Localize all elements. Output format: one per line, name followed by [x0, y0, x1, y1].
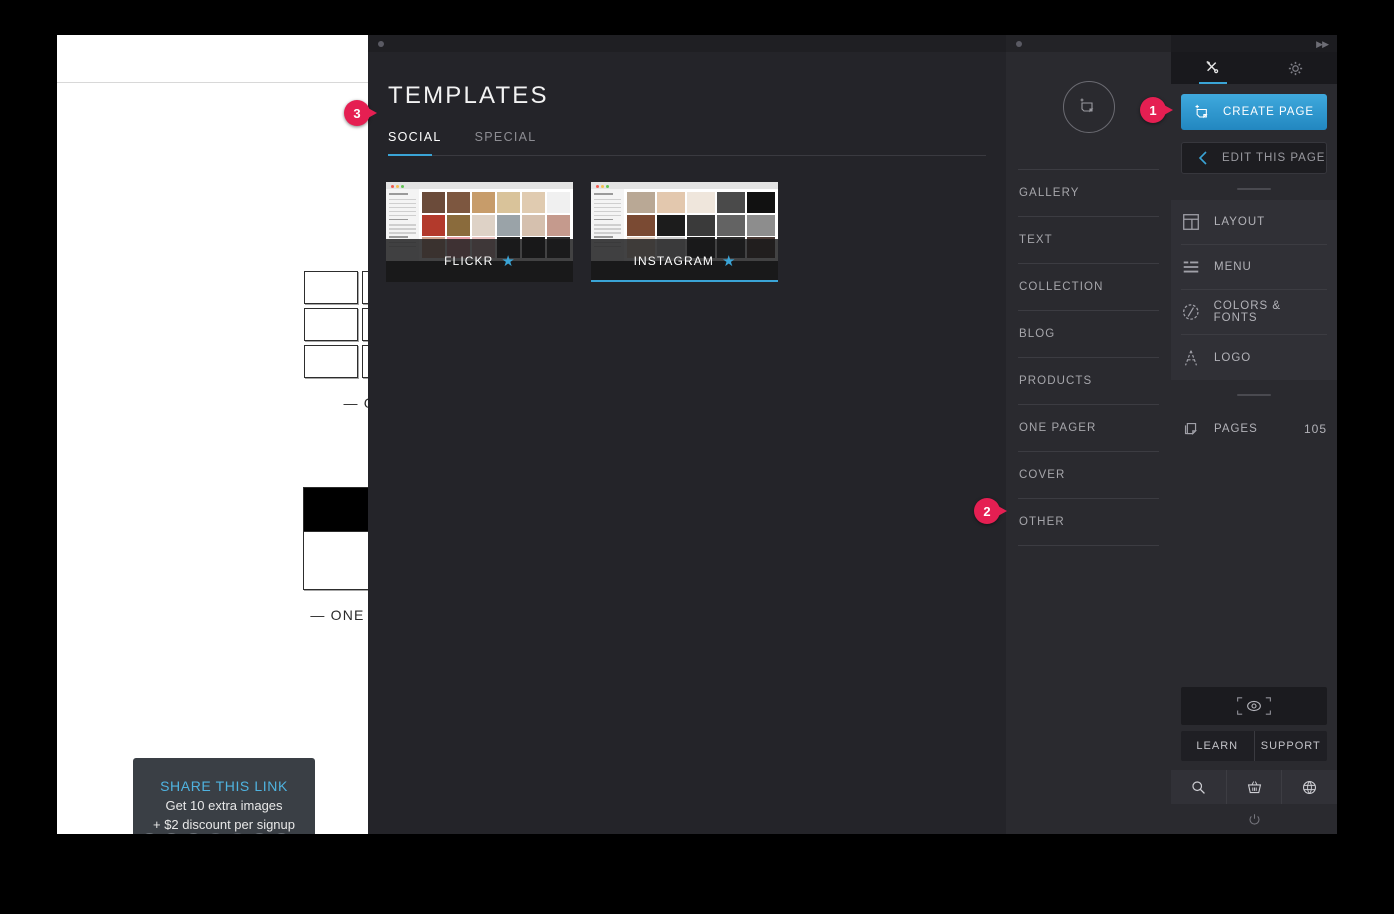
- category-gallery[interactable]: GALLERY: [1018, 169, 1159, 216]
- template-label: INSTAGRAM: [633, 253, 714, 268]
- learn-button[interactable]: LEARN: [1181, 731, 1255, 761]
- active-tab-indicator: [388, 154, 432, 156]
- templates-grid: FLICKR ★ INSTAGRAM ★: [386, 182, 1006, 282]
- sidebar-actions: CREATE PAGE EDIT THIS PAGE: [1171, 84, 1337, 174]
- sidebar-item-menu[interactable]: MENU: [1181, 245, 1327, 290]
- create-page-icon: [1195, 104, 1208, 119]
- facebook-icon[interactable]: f: [141, 833, 158, 834]
- edit-page-button[interactable]: EDIT THIS PAGE: [1181, 142, 1327, 174]
- sidebar-titlebar: ▶▶: [1171, 35, 1337, 52]
- tools-tab[interactable]: [1171, 52, 1254, 84]
- annotation-badge-3: 3: [344, 100, 377, 126]
- selected-indicator: [591, 280, 778, 282]
- template-card-instagram[interactable]: INSTAGRAM ★: [591, 182, 778, 282]
- share-social-icons: f ❧ ℗ × ▣ g in: [141, 833, 290, 834]
- grid-cell: [304, 345, 358, 378]
- template-card-flickr[interactable]: FLICKR ★: [386, 182, 573, 282]
- category-one-pager[interactable]: ONE PAGER: [1018, 404, 1159, 451]
- layout-icon: [1183, 214, 1199, 230]
- pages-count: 105: [1303, 421, 1327, 436]
- fast-forward-icon[interactable]: ▶▶: [1316, 39, 1329, 50]
- edit-page-label: EDIT THIS PAGE: [1222, 152, 1326, 164]
- grid-cell: [304, 308, 358, 341]
- templates-tabs: SOCIAL SPECIAL: [388, 130, 1006, 155]
- power-button[interactable]: [1171, 804, 1337, 834]
- sidebar-sections: LAYOUT MENU COLORS & FONTS LOGO: [1171, 200, 1337, 380]
- categories-list: GALLERY TEXT COLLECTION BLOG PRODUCTS ON…: [1018, 169, 1159, 546]
- share-link-popup: SHARE THIS LINK Get 10 extra images + $2…: [133, 758, 315, 834]
- chevron-left-icon: [1198, 151, 1207, 165]
- support-button[interactable]: SUPPORT: [1255, 731, 1328, 761]
- category-collection[interactable]: COLLECTION: [1018, 263, 1159, 310]
- templates-heading: TEMPLATES: [388, 82, 549, 109]
- category-blog[interactable]: BLOG: [1018, 310, 1159, 357]
- linkedin-icon[interactable]: in: [273, 833, 290, 834]
- category-cover[interactable]: COVER: [1018, 451, 1159, 498]
- app-root: PORTFOLIO — GALLERY — ONE PAGER: [0, 0, 1394, 914]
- templates-titlebar: [368, 35, 1006, 52]
- pages-section: PAGES 105: [1171, 406, 1337, 451]
- category-other[interactable]: OTHER: [1018, 498, 1159, 546]
- sidebar-item-logo[interactable]: LOGO: [1181, 335, 1327, 380]
- googleplus-icon[interactable]: g: [251, 833, 268, 834]
- card-overlay: FLICKR ★: [386, 239, 573, 282]
- tab-special[interactable]: SPECIAL: [475, 130, 537, 155]
- sidebar-item-label: MENU: [1214, 261, 1252, 273]
- category-products[interactable]: PRODUCTS: [1018, 357, 1159, 404]
- sidebar-item-label: LAYOUT: [1214, 216, 1266, 228]
- card-browser-bar: [386, 182, 573, 189]
- star-icon[interactable]: ★: [722, 252, 735, 270]
- search-icon[interactable]: [1171, 770, 1226, 804]
- templates-tab-rule: [388, 154, 986, 156]
- share-popup-line1: Get 10 extra images: [165, 798, 283, 813]
- power-icon: [1248, 813, 1260, 825]
- settings-tab[interactable]: [1254, 52, 1337, 84]
- categories-panel: GALLERY TEXT COLLECTION BLOG PRODUCTS ON…: [1006, 35, 1171, 834]
- sidebar-item-pages[interactable]: PAGES 105: [1181, 406, 1327, 451]
- annotation-badge-2: 2: [974, 498, 1007, 524]
- star-icon[interactable]: ★: [501, 252, 514, 270]
- window-dot-icon[interactable]: [378, 41, 384, 47]
- menu-icon: [1183, 261, 1199, 273]
- sidebar-item-label: LOGO: [1214, 351, 1252, 364]
- card-overlay: INSTAGRAM ★: [591, 239, 778, 282]
- create-page-label: CREATE PAGE: [1223, 106, 1315, 118]
- template-label: FLICKR: [444, 253, 494, 268]
- basket-icon[interactable]: [1225, 770, 1282, 804]
- pinterest-icon[interactable]: ℗: [185, 833, 202, 834]
- panel-grip-2[interactable]: [1237, 394, 1271, 396]
- sidebar-item-label: COLORS & FONTS: [1213, 300, 1282, 324]
- categories-titlebar: [1006, 35, 1171, 52]
- templates-panel: TEMPLATES SOCIAL SPECIAL FLICKR ★ INSTAG…: [368, 35, 1006, 834]
- logo-icon: [1184, 350, 1198, 365]
- create-page-button[interactable]: CREATE PAGE: [1181, 94, 1327, 130]
- instagram-icon[interactable]: ▣: [229, 833, 246, 834]
- sidebar-item-layout[interactable]: LAYOUT: [1181, 200, 1327, 245]
- preview-button[interactable]: [1181, 687, 1327, 725]
- sidebar-footer: LEARN SUPPORT: [1171, 687, 1337, 834]
- share-popup-line2: + $2 discount per signup: [152, 817, 296, 832]
- close-icon[interactable]: ×: [207, 833, 224, 834]
- twitter-icon[interactable]: ❧: [163, 833, 180, 834]
- tab-social[interactable]: SOCIAL: [388, 130, 442, 155]
- annotation-badge-1: 1: [1140, 97, 1173, 123]
- sidebar-item-label: PAGES: [1214, 422, 1258, 435]
- share-popup-title: SHARE THIS LINK: [160, 778, 288, 794]
- card-browser-bar: [591, 182, 778, 189]
- sidebar-tabs: [1171, 52, 1337, 84]
- panel-grip[interactable]: [1237, 188, 1271, 190]
- sidebar-icon-row: [1171, 770, 1337, 804]
- window-dot-icon[interactable]: [1016, 41, 1022, 47]
- category-text[interactable]: TEXT: [1018, 216, 1159, 263]
- grid-cell: [304, 271, 358, 304]
- globe-icon[interactable]: [1281, 770, 1337, 804]
- create-page-icon[interactable]: [1062, 81, 1115, 133]
- tools-sidebar: ▶▶ CREATE PAGE EDIT THIS PAGE LAYOUT MEN…: [1171, 35, 1337, 834]
- colors-fonts-icon: [1183, 304, 1199, 320]
- pages-icon: [1184, 422, 1197, 435]
- sidebar-item-colors-fonts[interactable]: COLORS & FONTS: [1181, 290, 1327, 335]
- preview-eye-icon: [1237, 697, 1271, 715]
- learn-support-row: LEARN SUPPORT: [1181, 731, 1327, 761]
- active-tab-indicator: [1198, 82, 1227, 84]
